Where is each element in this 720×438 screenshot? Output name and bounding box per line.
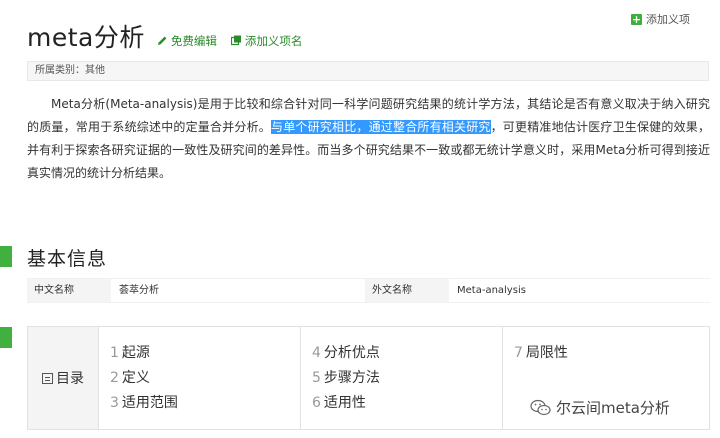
toc-item-limitations[interactable]: 7 局限性 <box>514 341 709 366</box>
copy-icon <box>230 35 241 46</box>
pencil-icon <box>157 36 167 45</box>
section-marker <box>0 327 12 348</box>
watermark: 尔云间meta分析 <box>530 397 670 418</box>
toc-item-advantages[interactable]: 4 分析优点 <box>312 341 502 366</box>
basic-info-title: 基本信息 <box>27 248 108 270</box>
section-marker <box>0 246 12 267</box>
summary-highlighted-text: 与单个研究相比，通过整合所有相关研究 <box>271 120 491 134</box>
plus-icon: + <box>631 12 642 26</box>
wechat-icon <box>530 399 551 415</box>
title-row: meta分析 免费编辑 添加义项名 <box>27 18 316 54</box>
add-term-top-label: 添加义项 <box>646 13 690 26</box>
toc-label: 目录 <box>28 327 99 429</box>
watermark-text: 尔云间meta分析 <box>556 399 670 417</box>
toc-column: 4 分析优点 5 步骤方法 6 适用性 <box>301 327 503 429</box>
toc-item-steps[interactable]: 5 步骤方法 <box>312 366 502 391</box>
toc-label-text: 目录 <box>56 371 84 387</box>
free-edit-button[interactable]: 免费编辑 <box>157 33 217 49</box>
toc-column: 1 起源 2 定义 3 适用范围 <box>99 327 301 429</box>
basic-info-row: 中文名称 荟萃分析 外文名称 Meta-analysis <box>27 278 710 303</box>
add-term-name-button[interactable]: 添加义项名 <box>230 33 303 49</box>
toc-item-applicability[interactable]: 6 适用性 <box>312 391 502 416</box>
toc-item-definition[interactable]: 2 定义 <box>110 366 300 391</box>
toc-item-scope[interactable]: 3 适用范围 <box>110 391 300 416</box>
free-edit-label: 免费编辑 <box>170 33 217 48</box>
page-title: meta分析 <box>27 23 145 52</box>
info-label-chinese-name: 中文名称 <box>27 279 111 302</box>
add-term-top-button[interactable]: + 添加义项 <box>631 11 690 27</box>
info-value-chinese-name: 荟萃分析 <box>119 285 159 296</box>
summary-paragraph: Meta分析(Meta-analysis)是用于比较和综合针对同一科学问题研究结… <box>27 93 710 185</box>
info-value-foreign-name: Meta-analysis <box>457 285 526 296</box>
category-bar: 所属类别：其他 <box>27 61 709 81</box>
info-label-foreign-name: 外文名称 <box>365 279 449 302</box>
list-icon <box>42 372 53 384</box>
add-term-name-label: 添加义项名 <box>244 33 303 48</box>
toc-item-origin[interactable]: 1 起源 <box>110 341 300 366</box>
